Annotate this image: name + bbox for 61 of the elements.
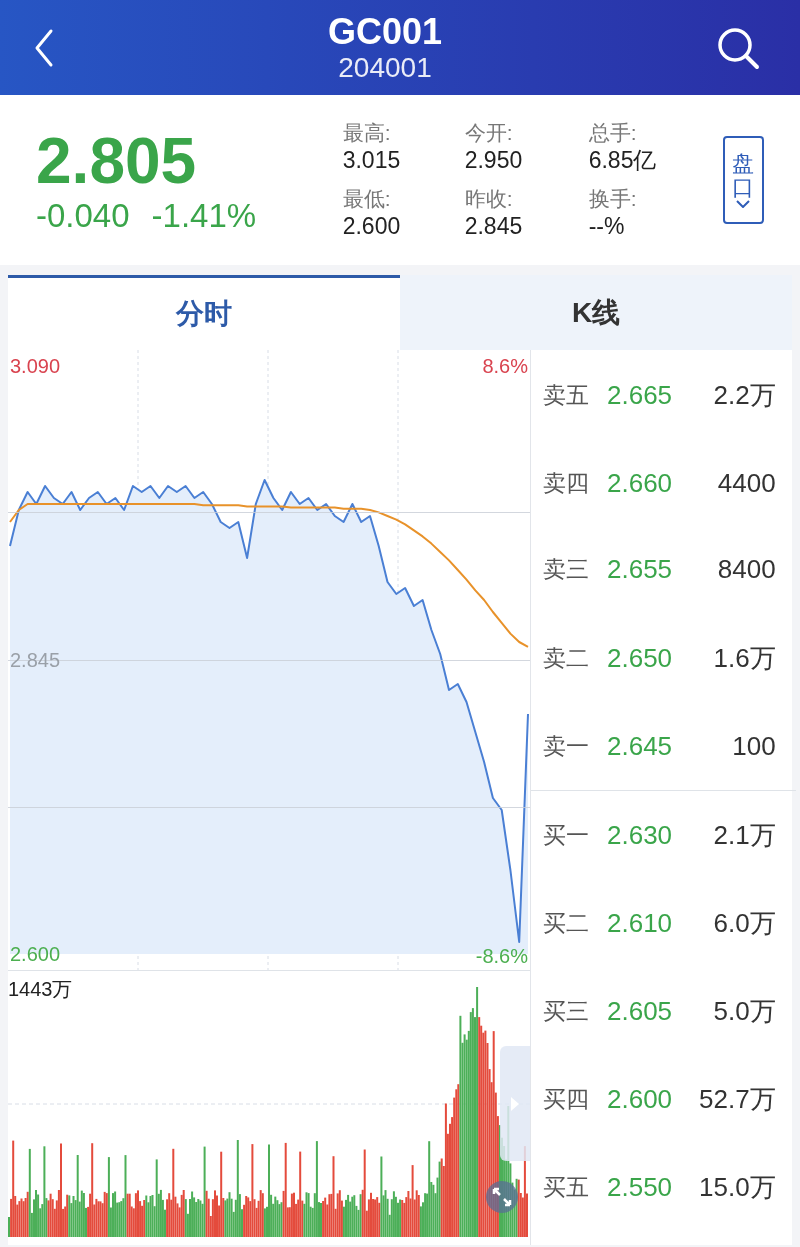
stat-label: 昨收:: [464, 186, 514, 212]
level-volume: 4400: [716, 468, 776, 500]
stat-label: 换手:: [588, 186, 638, 212]
stat-value: 3.015: [342, 146, 402, 174]
level-price: 2.550: [607, 1171, 674, 1203]
level-volume: 5.0万: [712, 994, 776, 1028]
stock-code: 204001: [337, 51, 433, 84]
level-price: 2.605: [607, 995, 674, 1027]
axis-label: 8.6%: [482, 354, 528, 378]
level-volume: 8400: [716, 554, 776, 586]
level-volume: 2.2万: [712, 378, 776, 412]
stat-value: 6.85亿: [588, 146, 658, 174]
stat-label: 总手:: [588, 120, 638, 146]
stat-value: --%: [588, 212, 626, 240]
price-change: -0.040: [36, 197, 130, 235]
level-label: 卖一: [543, 732, 590, 762]
level-volume: 52.7万: [699, 1082, 776, 1116]
chart-tab[interactable]: 分时: [8, 275, 400, 350]
axis-label: 2.600: [10, 942, 61, 966]
stat-label: 最高:: [342, 120, 392, 146]
chevron-down-icon: [736, 200, 751, 209]
stat-label: 今开:: [464, 120, 514, 146]
level-price: 2.650: [607, 642, 674, 674]
level-volume: 15.0万: [699, 1170, 776, 1204]
level-volume: 6.0万: [712, 906, 776, 940]
level-label: 买三: [543, 996, 590, 1026]
level-label: 买五: [543, 1172, 590, 1202]
order-panel-button[interactable]: 盘口: [722, 136, 764, 224]
axis-label: 1443万: [8, 977, 73, 1001]
stock-title: GC001: [327, 11, 443, 52]
level-label: 卖五: [543, 380, 590, 410]
stat-value: 2.950: [464, 146, 524, 174]
level-label: 卖四: [543, 469, 590, 499]
level-label: 卖三: [543, 555, 590, 585]
search-icon[interactable]: [716, 25, 760, 70]
level-label: 卖二: [543, 643, 590, 673]
level-label: 买二: [543, 908, 590, 938]
level-price: 2.630: [607, 819, 674, 851]
level-volume: 100: [731, 731, 776, 763]
stat-value: 2.600: [342, 212, 402, 240]
axis-label: 3.090: [10, 354, 61, 378]
level-price: 2.660: [607, 468, 674, 500]
stat-value: 2.845: [464, 212, 524, 240]
axis-label: -8.6%: [475, 944, 528, 968]
level-price: 2.665: [607, 379, 674, 411]
axis-label: 2.845: [10, 648, 61, 672]
last-price: 2.805: [36, 125, 198, 197]
stat-label: 最低:: [342, 186, 392, 212]
level-volume: 1.6万: [712, 641, 776, 675]
level-price: 2.655: [607, 554, 674, 586]
level-volume: 2.1万: [712, 818, 776, 852]
level-price: 2.600: [607, 1083, 674, 1115]
chart-tab[interactable]: K线: [400, 275, 792, 350]
level-price: 2.645: [607, 731, 674, 763]
level-price: 2.610: [607, 907, 674, 939]
level-label: 买一: [543, 820, 590, 850]
percent-change: -1.41%: [151, 197, 257, 235]
level-label: 买四: [543, 1084, 590, 1114]
back-icon[interactable]: [34, 27, 54, 68]
side-handle[interactable]: [500, 1046, 530, 1161]
expand-icon[interactable]: [486, 1181, 518, 1213]
